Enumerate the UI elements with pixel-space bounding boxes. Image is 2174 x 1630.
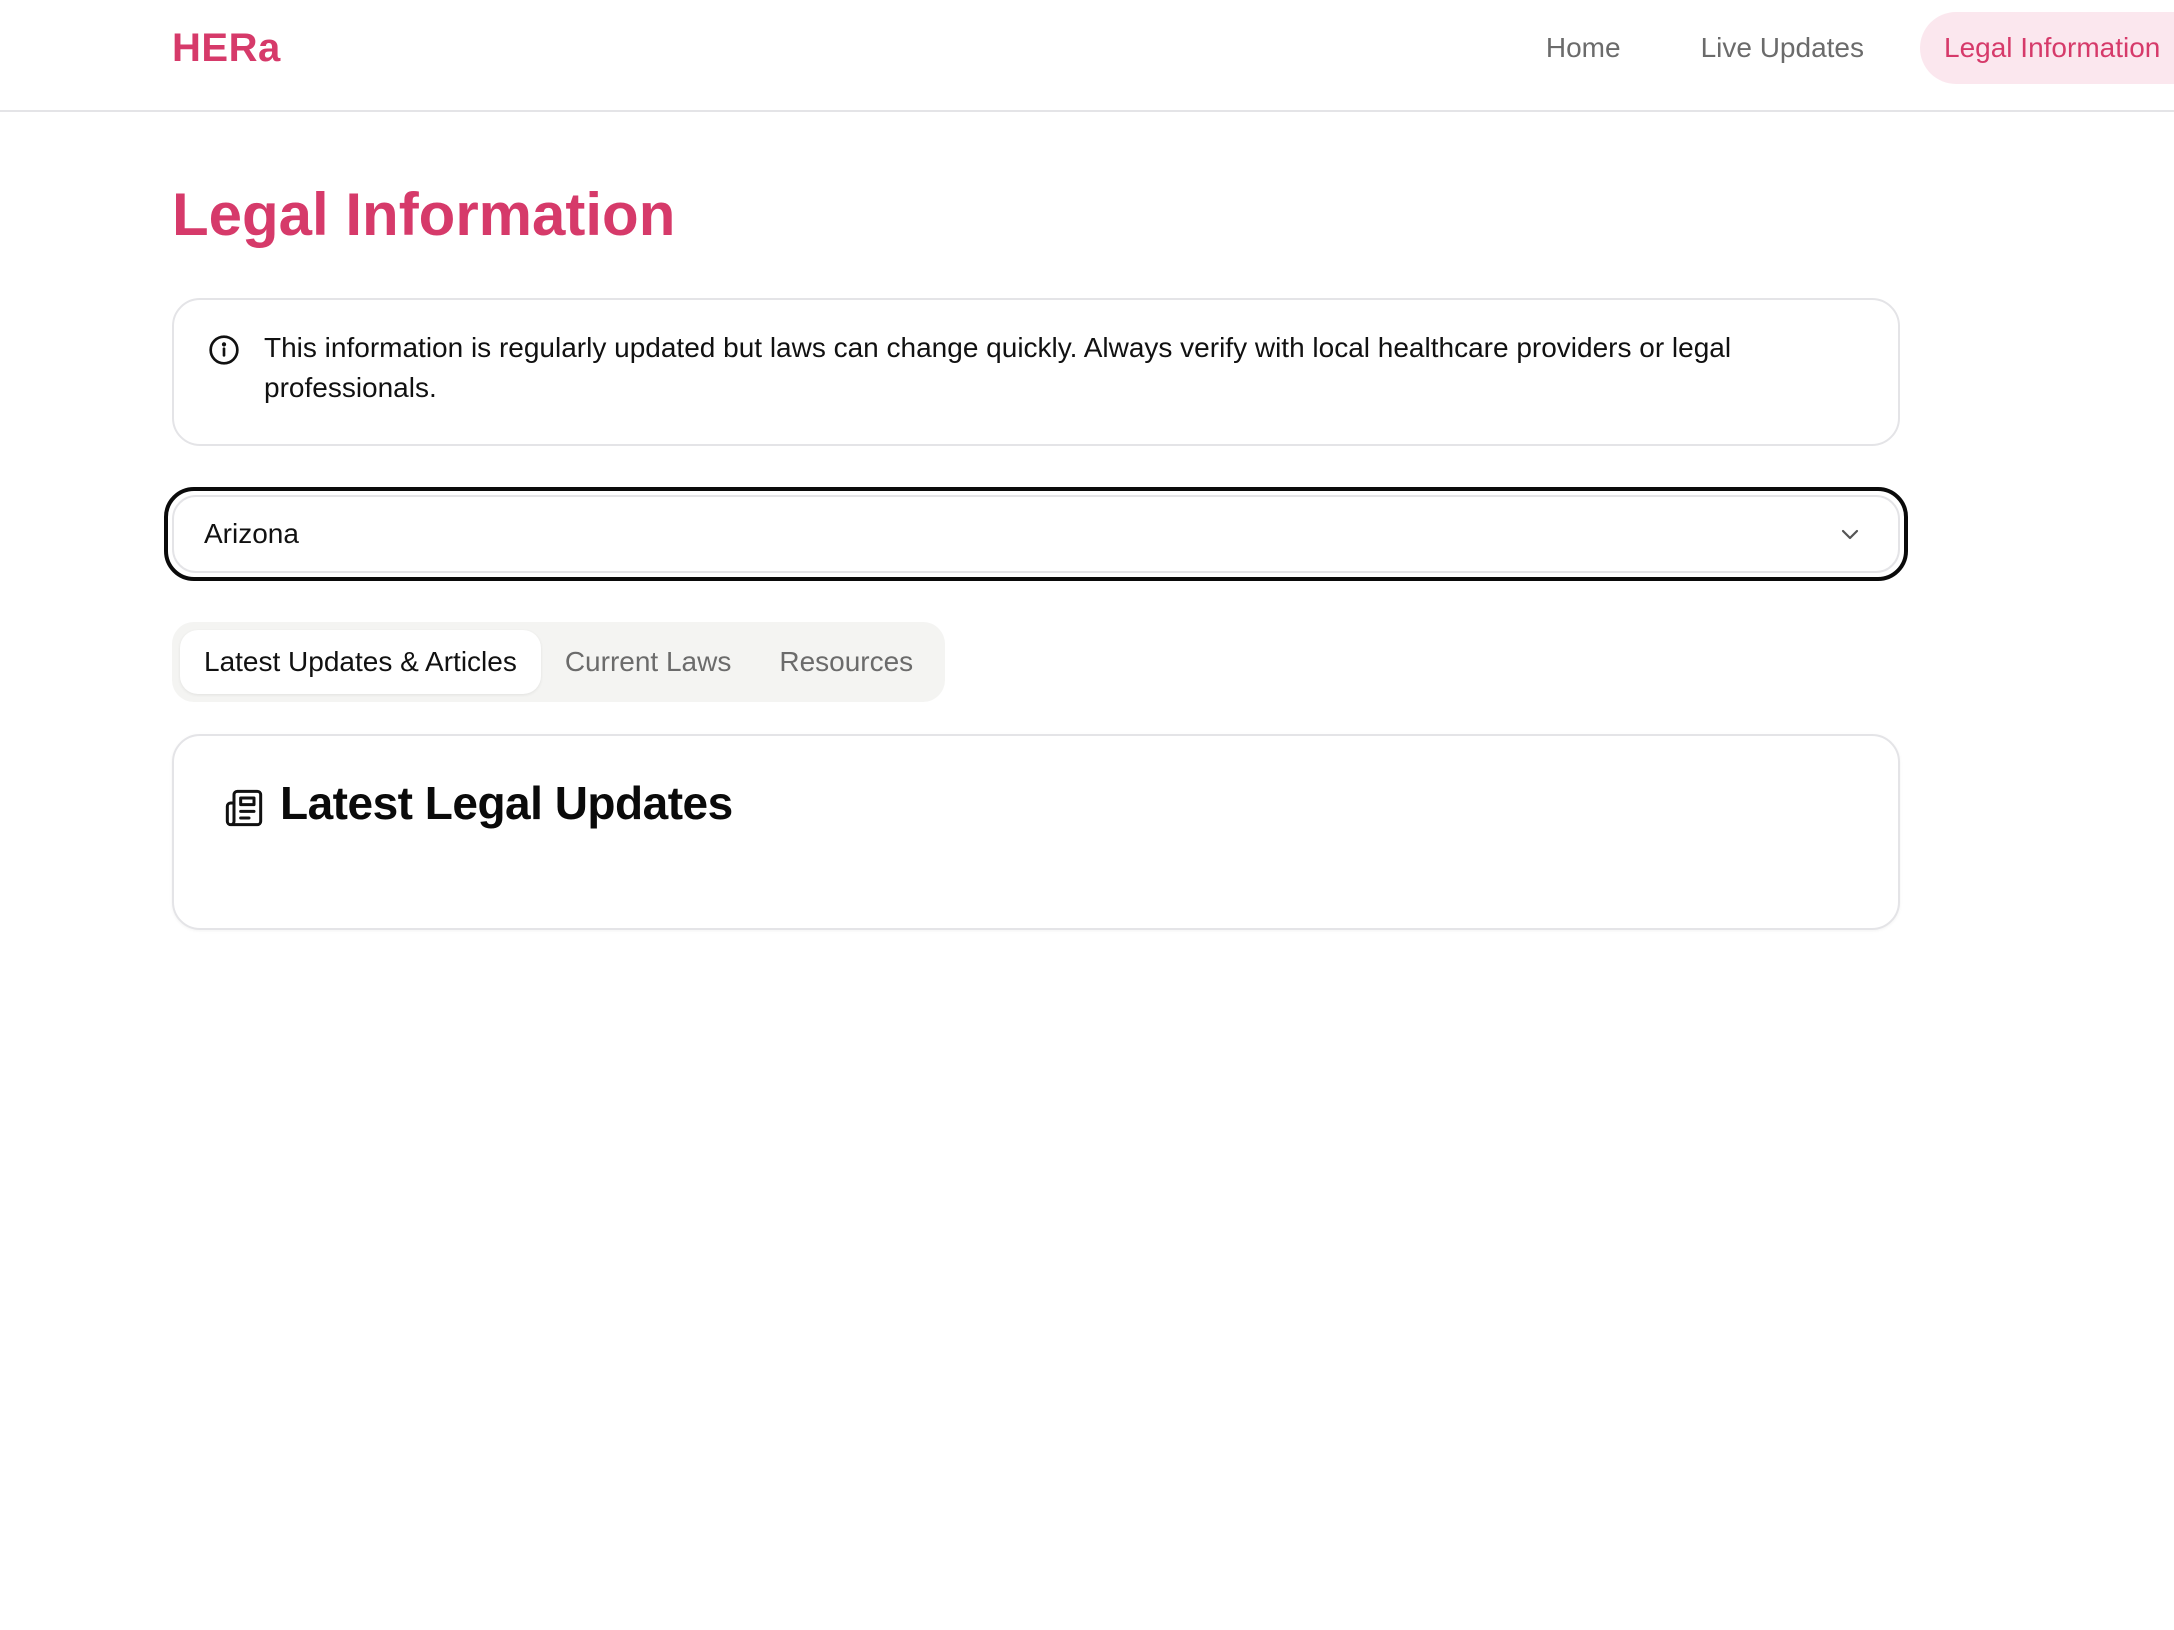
nav-item-home[interactable]: Home — [1506, 12, 1661, 84]
state-select[interactable]: Arizona — [172, 495, 1900, 573]
main-nav: Home Live Updates Legal Information — [1506, 12, 2174, 84]
content-tabs: Latest Updates & Articles Current Laws R… — [172, 622, 946, 702]
latest-updates-card: Latest Legal Updates — [172, 734, 1900, 930]
top-navbar: HERa Home Live Updates Legal Information — [0, 0, 2174, 112]
notice-text: This information is regularly updated bu… — [264, 332, 1732, 403]
state-select-focus-ring: Arizona — [164, 487, 1908, 581]
tab-latest-updates[interactable]: Latest Updates & Articles — [180, 630, 541, 694]
page-title: Legal Information — [172, 181, 676, 248]
info-notice: This information is regularly updated bu… — [172, 298, 1900, 446]
tab-current-laws[interactable]: Current Laws — [541, 630, 756, 694]
tab-resources[interactable]: Resources — [755, 630, 937, 694]
info-icon — [209, 335, 239, 365]
chevron-down-icon — [1841, 529, 1859, 540]
newspaper-icon — [225, 789, 263, 827]
nav-item-legal-information[interactable]: Legal Information — [1920, 12, 2174, 84]
card-title: Latest Legal Updates — [280, 777, 733, 829]
state-select-value: Arizona — [204, 518, 299, 549]
nav-item-live-updates[interactable]: Live Updates — [1661, 12, 1904, 84]
brand-logo[interactable]: HERa — [172, 26, 281, 71]
